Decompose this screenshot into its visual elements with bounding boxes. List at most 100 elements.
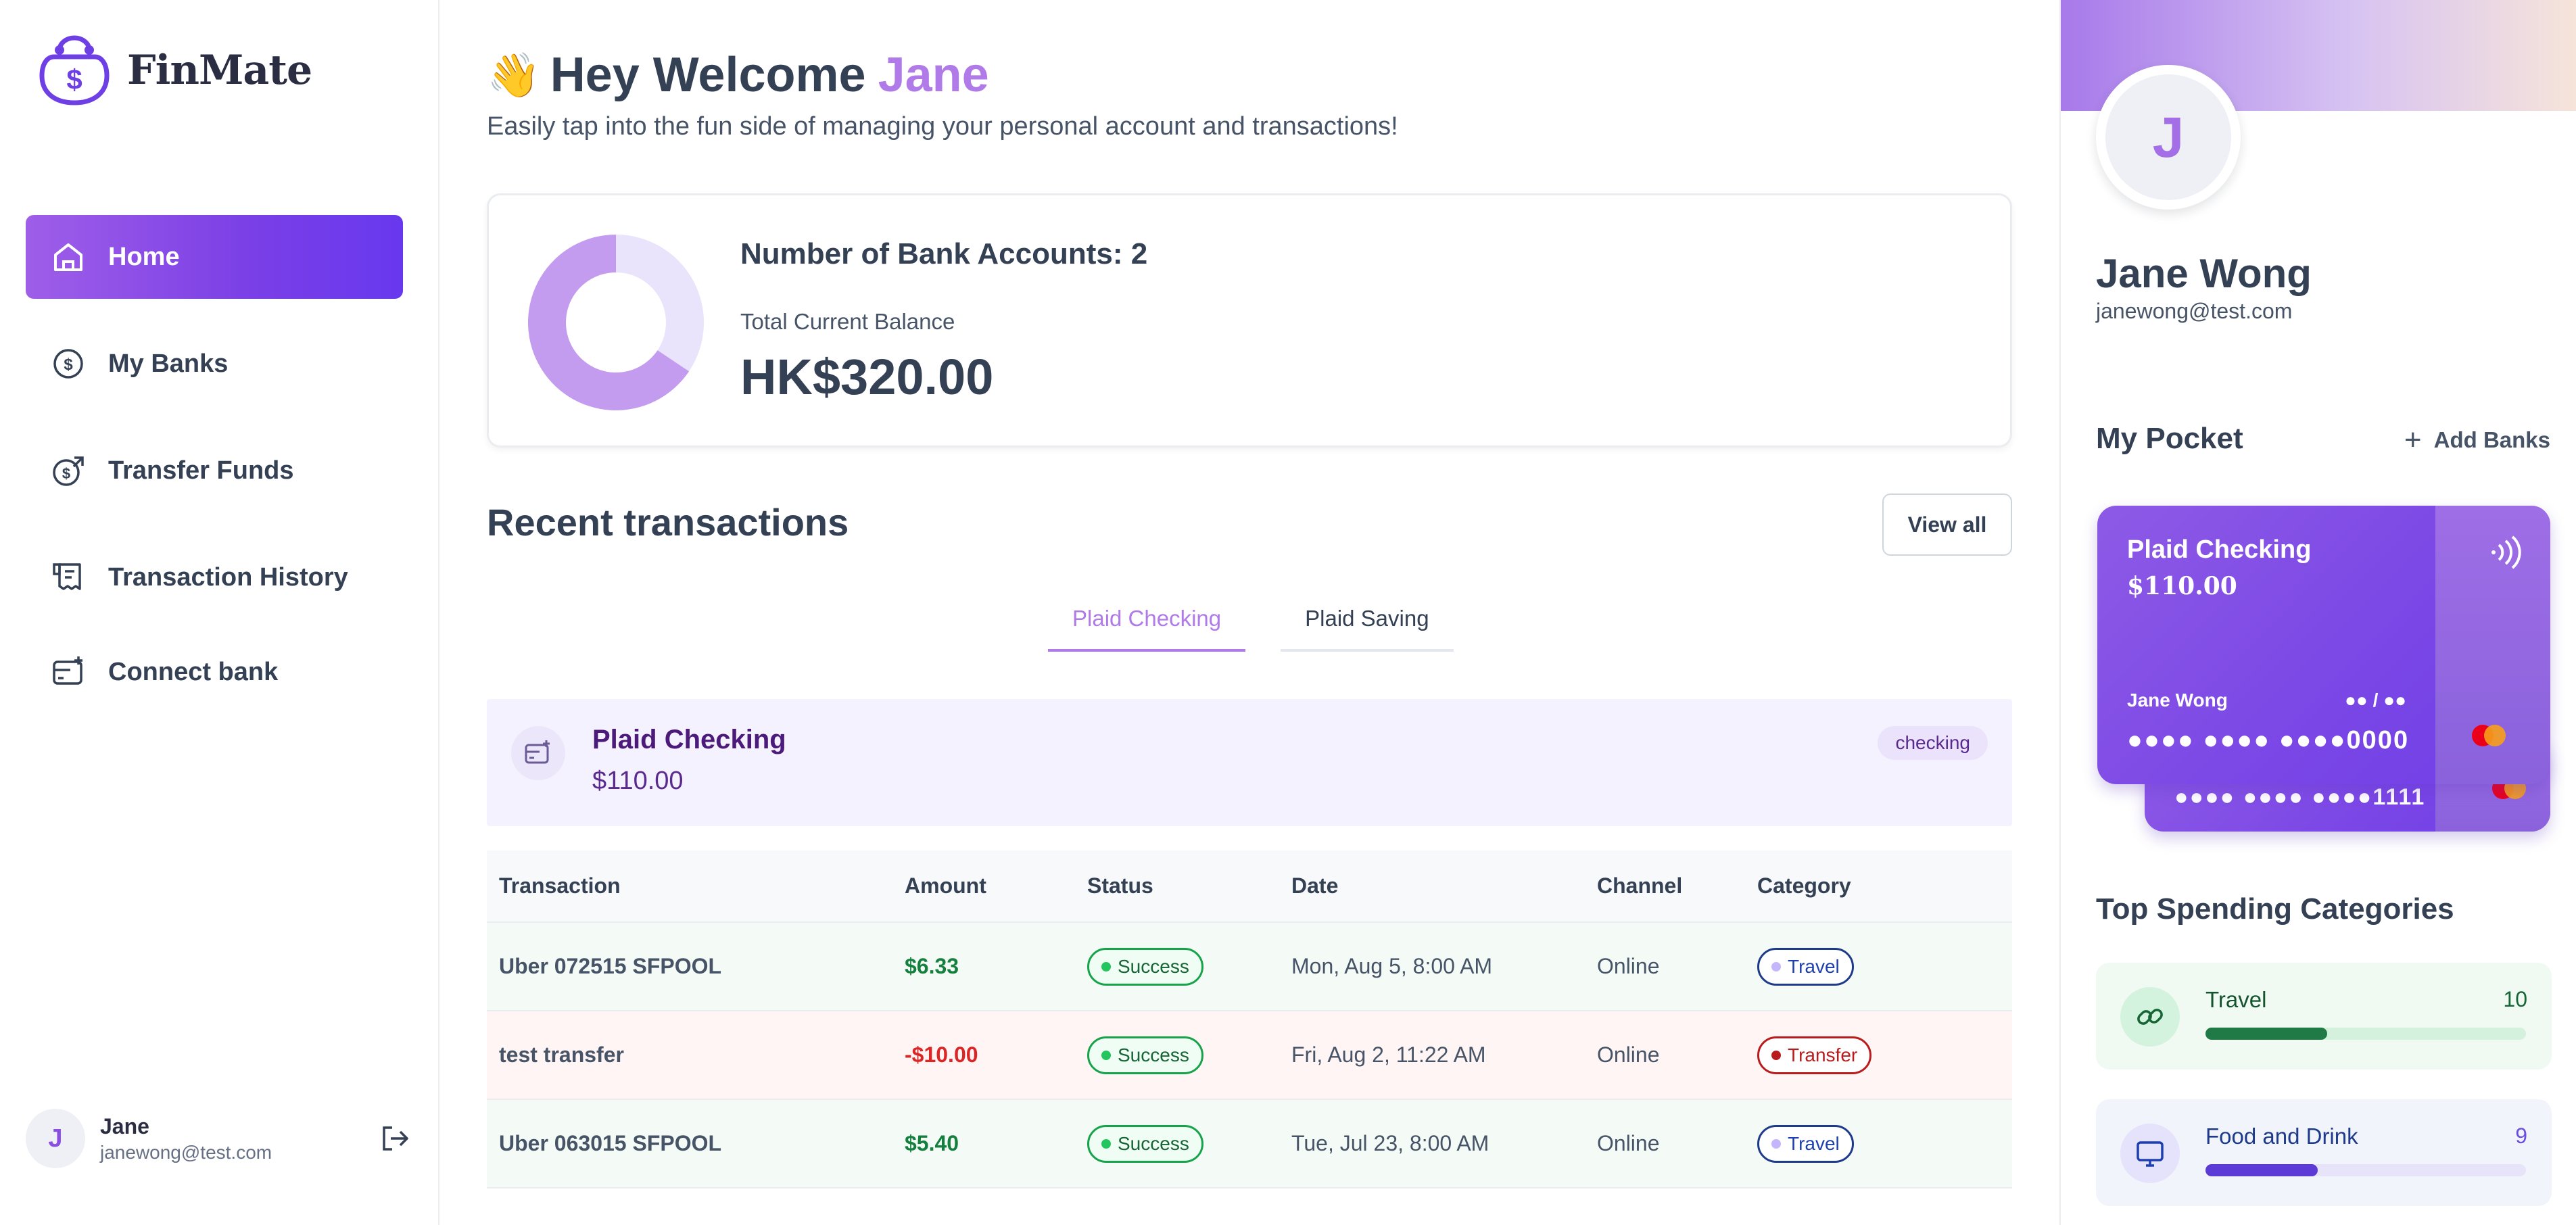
user-email: janewong@test.com: [100, 1141, 272, 1163]
transaction-name: Uber 063015 SFPOOL: [487, 1099, 892, 1188]
card-add-icon: [50, 654, 87, 690]
sidebar-item-home[interactable]: Home: [26, 215, 403, 299]
avatar-initial: J: [2105, 74, 2231, 200]
category-badge: Transfer: [1757, 1036, 1872, 1074]
brand-logo[interactable]: $ FinMate: [34, 30, 312, 111]
column-header: Channel: [1585, 850, 1745, 923]
link-icon: [2120, 987, 2180, 1047]
wallet-dollar-icon: $: [39, 35, 110, 105]
mastercard-icon: [2472, 725, 2506, 746]
category-item[interactable]: Food and Drink 9: [2096, 1099, 2552, 1206]
svg-text:$: $: [62, 465, 70, 482]
transaction-date: Fri, Aug 2, 11:22 AM: [1279, 1011, 1585, 1100]
category-badge: Travel: [1757, 1124, 1854, 1163]
status-text: Success: [1118, 1044, 1189, 1065]
greeting-text: Hey Welcome: [550, 48, 866, 102]
column-header: Amount: [892, 850, 1075, 923]
sidebar-item-label: Transaction History: [108, 562, 348, 592]
account-tabs: Plaid Checking Plaid Saving: [1048, 588, 1489, 652]
category-dot: [1771, 1138, 1781, 1149]
transaction-date: Tue, Jul 23, 8:00 AM: [1279, 1099, 1585, 1188]
total-balance-amount: HK$320.00: [740, 349, 994, 405]
transaction-amount: $5.40: [892, 1099, 1075, 1188]
status-text: Success: [1118, 955, 1189, 977]
profile-email: janewong@test.com: [2096, 299, 2293, 323]
transaction-name: Uber 072515 SFPOOL: [487, 922, 892, 1011]
tab-plaid-checking[interactable]: Plaid Checking: [1048, 588, 1246, 652]
category-count: 10: [2503, 987, 2527, 1011]
card-title: Plaid Checking: [2127, 535, 2312, 564]
page-title: 👋 Hey Welcome Jane: [487, 47, 989, 103]
plus-icon: +: [2404, 423, 2422, 456]
status-dot: [1101, 961, 1111, 971]
tab-plaid-saving[interactable]: Plaid Saving: [1281, 588, 1454, 652]
sidebar-item-transaction-history[interactable]: Transaction History: [26, 535, 403, 619]
table-row[interactable]: test transfer -$10.00 Success Fri, Aug 2…: [487, 1011, 2012, 1100]
recent-transactions-title: Recent transactions: [487, 501, 849, 544]
sidebar-item-label: Transfer Funds: [108, 456, 294, 485]
logout-icon[interactable]: [379, 1122, 411, 1155]
sidebar-user: J Jane janewong@test.com: [26, 1106, 411, 1171]
money-send-icon: $: [50, 452, 87, 489]
sidebar-item-my-banks[interactable]: $ My Banks: [26, 322, 403, 406]
user-name: Jane: [100, 1113, 149, 1138]
monitor-icon: [2120, 1124, 2180, 1183]
view-all-button[interactable]: View all: [1882, 494, 2012, 556]
table-header-row: Transaction Amount Status Date Channel C…: [487, 850, 2012, 923]
transaction-amount: $6.33: [892, 922, 1075, 1011]
table-row[interactable]: Uber 072515 SFPOOL $6.33 Success Mon, Au…: [487, 922, 2012, 1011]
category-name: Food and Drink: [2205, 1124, 2358, 1149]
brand-name: FinMate: [127, 47, 312, 94]
column-header: Category: [1745, 850, 2012, 923]
category-text: Travel: [1788, 1132, 1840, 1154]
status-text: Success: [1118, 1132, 1189, 1154]
waving-hand-icon: 👋: [487, 50, 541, 99]
column-header: Transaction: [487, 850, 892, 923]
card-balance: $110.00: [2127, 572, 2237, 600]
transaction-channel: Online: [1585, 1011, 1745, 1100]
category-dot: [1771, 1050, 1781, 1060]
status-badge: Success: [1087, 1124, 1203, 1163]
sidebar-item-connect-bank[interactable]: Connect bank: [26, 630, 403, 714]
total-balance-card: Number of Bank Accounts: 2 Total Current…: [487, 193, 2012, 448]
card-add-icon: [511, 726, 565, 780]
svg-text:$: $: [64, 356, 73, 374]
status-dot: [1101, 1050, 1111, 1060]
table-row[interactable]: Uber 063015 SFPOOL $5.40 Success Tue, Ju…: [487, 1099, 2012, 1188]
sidebar: $ FinMate Home $ My Banks $ Transfer Fun…: [0, 0, 439, 1225]
card-number: ●●●● ●●●● ●●●●0000: [2127, 726, 2410, 754]
sidebar-item-label: Home: [108, 242, 180, 271]
category-item[interactable]: Travel 10: [2096, 963, 2552, 1070]
svg-text:$: $: [66, 64, 82, 95]
add-banks-button[interactable]: + Add Banks: [2404, 423, 2550, 457]
home-icon: [50, 239, 87, 275]
add-banks-label: Add Banks: [2433, 427, 2550, 452]
greeting-name: Jane: [878, 48, 989, 102]
doughnut-slice-plaid-checking: [616, 235, 704, 372]
status-badge: Success: [1087, 1036, 1203, 1074]
category-dot: [1771, 961, 1781, 971]
category-badge: Travel: [1757, 947, 1854, 986]
bank-accounts-count: Number of Bank Accounts: 2: [740, 237, 1148, 270]
category-name: Travel: [2205, 987, 2267, 1012]
transactions-table: Transaction Amount Status Date Channel C…: [487, 850, 2012, 1188]
dollar-circle-icon: $: [50, 345, 87, 382]
my-pocket-title: My Pocket: [2096, 422, 2243, 455]
transaction-name: test transfer: [487, 1011, 892, 1100]
category-progress-fill: [2205, 1164, 2318, 1176]
main-content: 👋 Hey Welcome Jane Easily tap into the f…: [441, 0, 2058, 1225]
category-count: 9: [2515, 1124, 2527, 1148]
column-header: Status: [1075, 850, 1279, 923]
account-name: Plaid Checking: [592, 725, 786, 754]
total-balance-label: Total Current Balance: [740, 309, 955, 334]
sidebar-item-transfer-funds[interactable]: $ Transfer Funds: [26, 429, 403, 512]
bank-card-primary[interactable]: Plaid Checking $110.00 Jane Wong ●● / ●●…: [2097, 506, 2550, 784]
transaction-channel: Online: [1585, 1099, 1745, 1188]
receipt-icon: [50, 559, 87, 596]
category-text: Transfer: [1788, 1044, 1858, 1065]
account-info-banner[interactable]: Plaid Checking $110.00 checking: [487, 699, 2012, 826]
status-dot: [1101, 1138, 1111, 1149]
profile-name: Jane Wong: [2096, 251, 2312, 296]
column-header: Date: [1279, 850, 1585, 923]
category-text: Travel: [1788, 955, 1840, 977]
